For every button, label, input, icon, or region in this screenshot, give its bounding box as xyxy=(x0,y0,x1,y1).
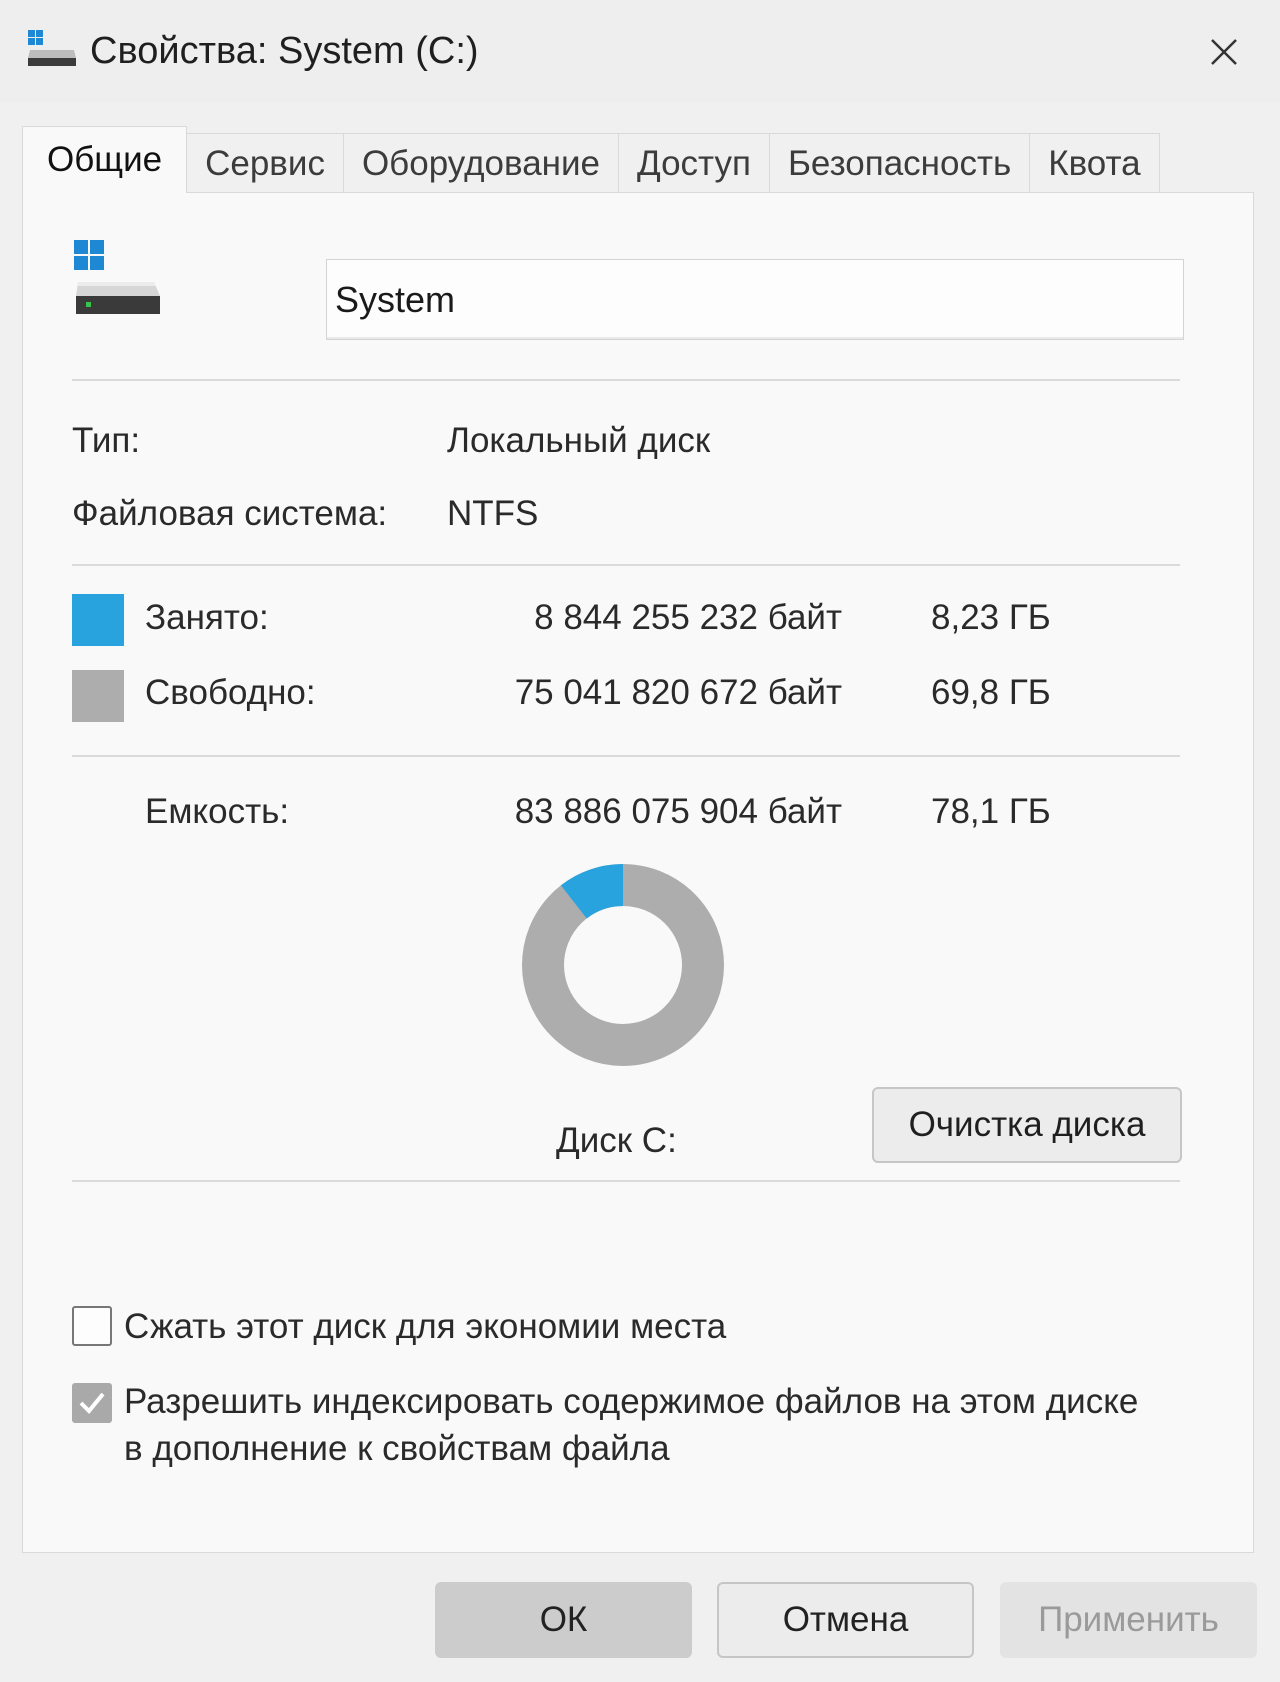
compress-checkbox[interactable] xyxy=(72,1306,112,1346)
type-value: Локальный диск xyxy=(447,421,711,460)
drive-icon xyxy=(74,240,160,314)
free-space-swatch xyxy=(72,670,124,722)
window-title: Свойства: System (C:) xyxy=(90,30,479,72)
ok-button[interactable]: ОК xyxy=(435,1582,692,1658)
cancel-button[interactable]: Отмена xyxy=(717,1582,974,1658)
title-bar: Свойства: System (C:) xyxy=(0,0,1280,103)
used-space-size: 8,23 ГБ xyxy=(931,598,1051,637)
free-space-size: 69,8 ГБ xyxy=(931,673,1051,712)
donut-free-ring xyxy=(522,864,724,1066)
tab-sharing[interactable]: Доступ xyxy=(618,133,770,193)
capacity-size: 78,1 ГБ xyxy=(931,792,1051,831)
windows-logo-icon xyxy=(74,240,104,270)
tab-strip: Общие Сервис Оборудование Доступ Безопас… xyxy=(22,126,1160,195)
disk-usage-donut xyxy=(522,864,724,1066)
index-checkbox-label[interactable]: Разрешить индексировать содержимое файло… xyxy=(124,1378,1144,1472)
separator xyxy=(72,1180,1180,1182)
tab-quota[interactable]: Квота xyxy=(1029,133,1160,193)
tab-general[interactable]: Общие xyxy=(22,126,188,195)
apply-button[interactable]: Применить xyxy=(1000,1582,1257,1658)
file-system-label: Файловая система: xyxy=(72,494,388,533)
separator xyxy=(72,379,1180,381)
close-button[interactable] xyxy=(1196,28,1252,76)
free-space-bytes: 75 041 820 672 байт xyxy=(514,673,842,712)
tab-security[interactable]: Безопасность xyxy=(768,133,1031,193)
type-label: Тип: xyxy=(72,421,141,460)
used-space-label: Занято: xyxy=(145,598,269,637)
index-checkbox[interactable] xyxy=(72,1383,112,1423)
capacity-label: Емкость: xyxy=(145,792,290,831)
file-system-value: NTFS xyxy=(447,494,539,533)
compress-checkbox-label[interactable]: Сжать этот диск для экономии места xyxy=(124,1303,1184,1350)
close-icon xyxy=(1211,39,1237,65)
used-space-bytes: 8 844 255 232 байт xyxy=(534,598,842,637)
disk-label: Диск C: xyxy=(556,1121,677,1160)
capacity-bytes: 83 886 075 904 байт xyxy=(514,792,842,831)
check-icon xyxy=(79,1392,105,1414)
disk-cleanup-button[interactable]: Очистка диска xyxy=(872,1087,1182,1163)
free-space-label: Свободно: xyxy=(145,673,316,712)
separator xyxy=(72,755,1180,757)
tab-hardware[interactable]: Оборудование xyxy=(342,133,619,193)
drive-icon xyxy=(28,30,76,66)
used-space-swatch xyxy=(72,594,124,646)
separator xyxy=(72,564,1180,566)
drive-name-input[interactable] xyxy=(326,259,1184,340)
donut-used-segment xyxy=(560,864,624,919)
tab-tools[interactable]: Сервис xyxy=(186,133,344,193)
